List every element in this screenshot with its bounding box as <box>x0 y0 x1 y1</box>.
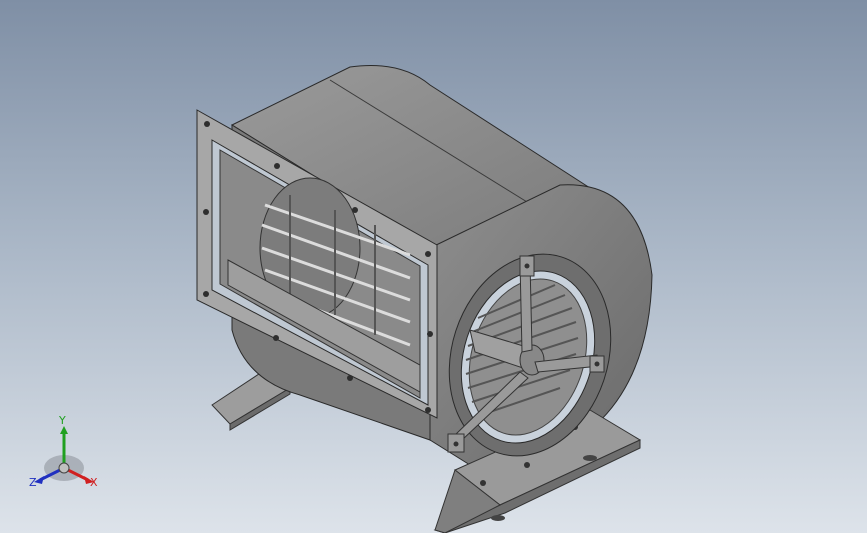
view-orientation-triad[interactable]: Y X Z <box>26 414 102 494</box>
y-axis-label: Y <box>59 414 66 427</box>
blower-fan-model[interactable] <box>0 0 867 533</box>
x-axis-label: X <box>90 476 98 489</box>
z-axis-label: Z <box>29 476 37 489</box>
foot-slot <box>583 455 597 461</box>
foot-slot <box>491 515 505 521</box>
graphics-viewport[interactable]: Y X Z <box>0 0 867 533</box>
